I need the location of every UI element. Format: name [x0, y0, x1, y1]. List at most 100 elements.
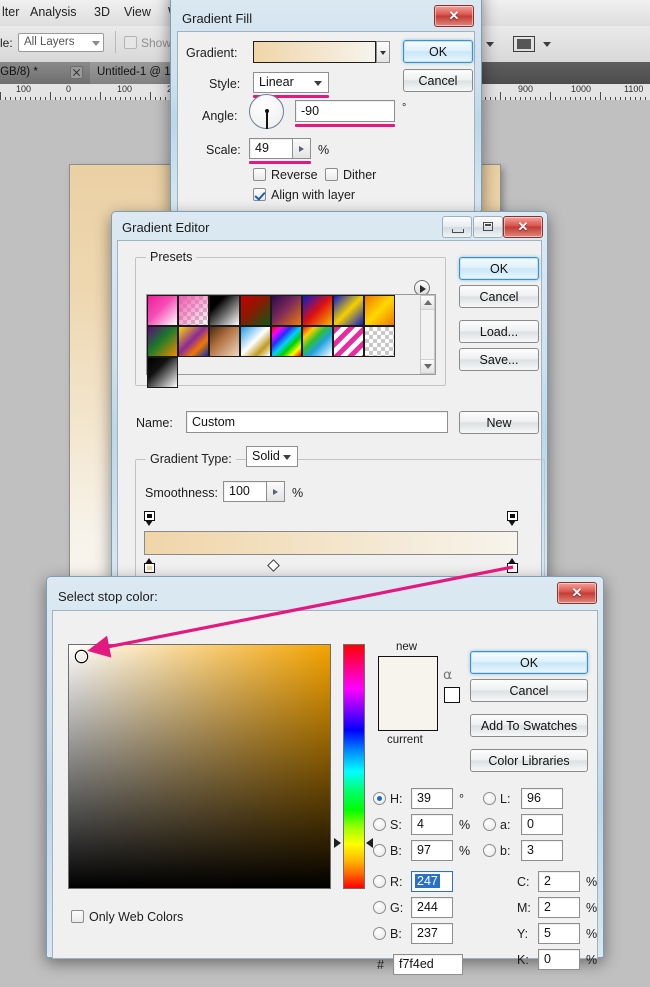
input-S[interactable]: 4 — [411, 814, 453, 835]
preset-swatch[interactable] — [302, 326, 333, 357]
input-cmyk-Y[interactable]: 5 — [538, 923, 580, 944]
style-combo[interactable]: Linear — [253, 72, 329, 93]
name-input[interactable]: Custom — [186, 411, 448, 433]
gradient-preview[interactable] — [253, 41, 376, 63]
preset-swatch[interactable] — [240, 295, 271, 326]
input-B[interactable]: 97 — [411, 840, 453, 861]
saturation-brightness-field[interactable] — [68, 644, 331, 889]
preset-swatch[interactable] — [364, 295, 395, 326]
smoothness-input[interactable]: 100 — [223, 481, 267, 502]
input-lab-a[interactable]: 0 — [521, 814, 563, 835]
opacity-stop-right[interactable] — [507, 511, 518, 526]
color-field-cursor[interactable] — [76, 651, 87, 662]
color-stop-left[interactable] — [144, 558, 155, 573]
menu-item-3d[interactable]: 3D — [94, 5, 110, 19]
scale-input[interactable]: 49 — [249, 138, 293, 159]
close-icon[interactable]: ✕ — [503, 216, 543, 238]
preset-swatch[interactable] — [209, 295, 240, 326]
gradient-fill-cancel-button[interactable]: Cancel — [403, 69, 473, 92]
preset-swatch[interactable] — [271, 326, 302, 357]
preset-swatch[interactable] — [333, 326, 364, 357]
gradient-fill-ok-button[interactable]: OK — [403, 40, 473, 63]
radio-B[interactable] — [373, 844, 386, 857]
maximize-icon[interactable] — [473, 216, 503, 238]
scroll-up-button[interactable] — [421, 296, 434, 310]
gradient-dropdown-button[interactable] — [376, 41, 390, 63]
input-lab-b[interactable]: 3 — [521, 840, 563, 861]
close-icon[interactable]: ✕ — [434, 5, 474, 27]
hex-input[interactable]: f7f4ed — [393, 954, 463, 975]
presets-scrollbar[interactable] — [420, 295, 435, 374]
gradient-editor-new-button[interactable]: New — [459, 411, 539, 434]
input-rgb-G[interactable]: 244 — [411, 897, 453, 918]
preset-swatch[interactable] — [333, 295, 364, 326]
preset-swatch[interactable] — [178, 295, 209, 326]
input-H[interactable]: 39 — [411, 788, 453, 809]
gradient-editor-cancel-button[interactable]: Cancel — [459, 285, 539, 308]
color-stop-right[interactable] — [507, 558, 518, 573]
sample-combo[interactable]: All Layers — [18, 33, 104, 52]
show-selection-checkbox[interactable] — [124, 36, 137, 49]
hue-marker-left[interactable] — [334, 838, 341, 848]
presets-panel[interactable] — [146, 294, 436, 388]
screen-mode-chevron-icon[interactable] — [543, 42, 551, 47]
gradient-editor-ok-button[interactable]: OK — [459, 257, 539, 280]
radio-rgb-B[interactable] — [373, 927, 386, 940]
radio-H[interactable] — [373, 792, 386, 805]
preset-swatch[interactable] — [147, 326, 178, 357]
gradient-editor-save-button[interactable]: Save... — [459, 348, 539, 371]
input-cmyk-M[interactable]: 2 — [538, 897, 580, 918]
align-with-layer-checkbox[interactable] — [253, 188, 266, 201]
close-icon[interactable] — [70, 66, 83, 79]
color-picker-cancel-button[interactable]: Cancel — [470, 679, 588, 702]
color-picker-ok-button[interactable]: OK — [470, 651, 588, 674]
smoothness-stepper[interactable] — [267, 481, 285, 502]
radio-lab-b[interactable] — [483, 844, 496, 857]
menu-item-analysis[interactable]: Analysis — [30, 5, 77, 19]
new-current-color-swatch[interactable] — [378, 656, 438, 731]
menu-item-filter[interactable]: lter — [2, 5, 19, 19]
only-web-colors-checkbox[interactable] — [71, 910, 84, 923]
preset-swatch[interactable] — [240, 326, 271, 357]
preset-swatch[interactable] — [271, 295, 302, 326]
presets-grid[interactable] — [147, 295, 404, 388]
color-picker-titlebar[interactable]: Select stop color: ✕ new current ⍺ OK Ca… — [47, 577, 603, 975]
preset-swatch[interactable] — [147, 357, 178, 388]
scroll-down-button[interactable] — [421, 359, 434, 373]
input-rgb-B[interactable]: 237 — [411, 923, 453, 944]
gradient-fill-titlebar[interactable]: Gradient Fill ✕ Gradient: Style: Linear … — [171, 0, 481, 213]
screen-mode-icon[interactable] — [513, 36, 535, 52]
radio-S[interactable] — [373, 818, 386, 831]
preset-swatch[interactable] — [364, 326, 395, 357]
opacity-stop-left[interactable] — [144, 511, 155, 526]
preset-swatch[interactable] — [147, 295, 178, 326]
close-icon[interactable]: ✕ — [557, 582, 597, 604]
document-tab-inactive[interactable]: 1, RGB/8) * — [0, 62, 91, 84]
radio-lab-L[interactable] — [483, 792, 496, 805]
input-rgb-R[interactable]: 247 — [411, 871, 453, 892]
gamut-warning-icon[interactable]: ⍺ — [443, 666, 452, 683]
preset-swatch[interactable] — [178, 326, 209, 357]
menu-item-view[interactable]: View — [124, 5, 151, 19]
gradient-editor-titlebar[interactable]: Gradient Editor ✕ Presets Name: Custom G… — [112, 212, 547, 580]
preset-swatch[interactable] — [302, 295, 333, 326]
radio-rgb-R[interactable] — [373, 875, 386, 888]
gradient-editor-load-button[interactable]: Load... — [459, 320, 539, 343]
minimize-icon[interactable] — [442, 216, 472, 238]
hue-marker-right[interactable] — [366, 838, 373, 848]
angle-input[interactable]: -90 — [295, 100, 395, 122]
input-cmyk-C[interactable]: 2 — [538, 871, 580, 892]
dither-checkbox[interactable] — [325, 168, 338, 181]
gradient-bar[interactable] — [144, 531, 518, 555]
color-libraries-button[interactable]: Color Libraries — [470, 749, 588, 772]
radio-lab-a[interactable] — [483, 818, 496, 831]
input-cmyk-K[interactable]: 0 — [538, 949, 580, 970]
preset-swatch[interactable] — [209, 326, 240, 357]
scale-stepper[interactable] — [293, 138, 311, 159]
gradient-type-combo[interactable]: Solid — [246, 446, 298, 467]
reverse-checkbox[interactable] — [253, 168, 266, 181]
web-safe-color-swatch[interactable] — [444, 687, 460, 703]
angle-dial[interactable] — [249, 94, 284, 129]
hue-slider[interactable] — [343, 644, 365, 889]
add-to-swatches-button[interactable]: Add To Swatches — [470, 714, 588, 737]
